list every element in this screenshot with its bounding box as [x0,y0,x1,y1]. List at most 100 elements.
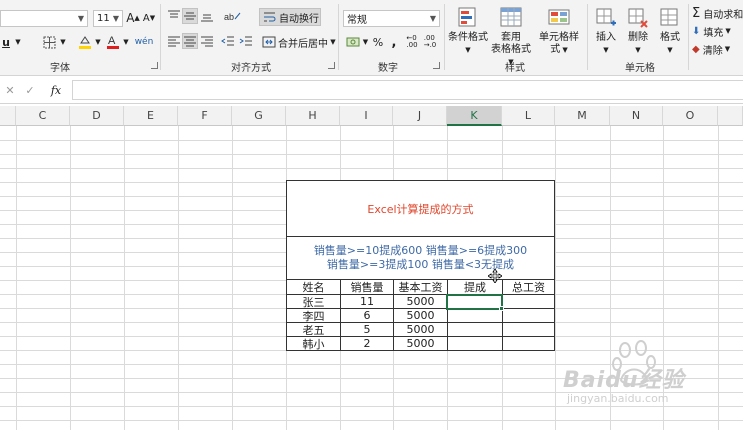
table-cell[interactable]: 11 [341,295,394,309]
table-cell[interactable] [448,337,503,351]
wrap-text-button[interactable]: 自动换行 [259,8,321,26]
table-cell[interactable]: 2 [341,337,394,351]
baidu-watermark: Baidu经验 jingyan.baidu.com [563,340,733,410]
commission-rules-cell[interactable]: 销售量>=10提成600 销售量>=6提成300 销售量>=3提成100 销售量… [286,237,555,280]
fill-button[interactable]: ⬇ 填充 ▼ [692,23,743,39]
column-header-m[interactable]: M [555,106,610,126]
table-cell[interactable] [448,323,503,337]
column-header-partial[interactable] [0,106,16,126]
currency-icon[interactable] [344,33,364,51]
column-header-g[interactable]: G [232,106,286,126]
enter-icon[interactable]: ✓ [24,82,36,98]
cell-styles-icon [547,6,571,30]
column-header-f[interactable]: F [178,106,232,126]
number-format-combo[interactable]: 常规 ▼ [343,10,440,27]
cancel-icon[interactable]: ✕ [4,82,16,98]
group-label-number: 数字 [378,63,398,74]
merge-cells-icon [262,36,276,48]
delete-cells-icon [626,6,650,30]
chevron-down-icon[interactable]: ▼ [13,34,23,50]
formula-input[interactable] [72,80,743,100]
format-cells-button[interactable]: 格式 ▼ [656,6,684,56]
font-size-combo[interactable]: 11 ▼ [93,10,123,27]
cell-styles-button[interactable]: 单元格样式 ▼ [535,6,583,56]
font-name-combo[interactable]: ▼ [0,10,88,27]
column-header-l[interactable]: L [502,106,555,126]
chevron-down-icon[interactable]: ▼ [94,34,102,50]
chevron-down-icon[interactable]: ▼ [122,34,130,50]
decrease-font-icon[interactable]: A ▼ [142,10,156,26]
fill-color-icon[interactable] [76,34,94,50]
table-cell[interactable] [503,309,554,323]
table-cell[interactable]: 韩小 [287,337,341,351]
header-cell-total-salary[interactable]: 总工资 [503,280,554,295]
column-header-n[interactable]: N [610,106,663,126]
clear-button[interactable]: ◆ 清除 ▼ [692,41,743,57]
insert-function-button[interactable]: fx [48,82,64,98]
active-cell-selection[interactable] [446,294,503,310]
column-header-c[interactable]: C [16,106,70,126]
increase-font-icon[interactable]: A ▲ [126,10,140,26]
table-cell[interactable]: 5000 [394,295,448,309]
chevron-down-icon[interactable]: ▼ [329,33,337,51]
chevron-down-icon[interactable]: ▼ [59,34,67,50]
table-cell[interactable] [503,323,554,337]
sheet-title-cell[interactable]: Excel计算提成的方式 [286,180,555,237]
orientation-icon[interactable]: ab [222,8,244,24]
table-cell[interactable]: 5000 [394,309,448,323]
conditional-formatting-icon [456,6,480,30]
font-color-icon[interactable]: A [104,34,122,50]
delete-cells-button[interactable]: 删除 ▼ [624,6,652,56]
phonetic-icon[interactable]: wén [133,34,155,50]
align-top-icon[interactable] [166,8,182,24]
autosum-button[interactable]: Σ 自动求和 [692,5,743,21]
column-header-k[interactable]: K [447,106,502,126]
column-header-e[interactable]: E [124,106,178,126]
table-cell[interactable]: 6 [341,309,394,323]
align-bottom-icon[interactable] [199,8,215,24]
column-header-partial[interactable] [718,106,743,126]
table-cell[interactable] [503,337,554,351]
format-as-table-icon [499,6,523,30]
decrease-indent-icon[interactable] [220,33,236,49]
font-dialog-launcher[interactable] [151,62,158,69]
merge-center-button[interactable]: 合并后居中 [259,33,329,51]
percent-icon[interactable]: % [371,33,385,51]
table-cell[interactable] [448,309,503,323]
table-cell[interactable] [503,295,554,309]
underline-button[interactable]: u [0,34,12,50]
fill-handle[interactable] [499,306,504,311]
column-header-j[interactable]: J [393,106,447,126]
align-right-icon[interactable] [199,33,215,49]
column-header-h[interactable]: H [286,106,340,126]
formula-bar: ✕ ✓ fx [0,76,743,104]
align-middle-icon[interactable] [182,8,198,24]
conditional-formatting-button[interactable]: 条件格式 ▼ [448,6,488,56]
comma-style-icon[interactable]: , [388,33,400,51]
column-header-i[interactable]: I [340,106,393,126]
decrease-decimal-icon[interactable]: .00 →.0 [422,33,438,51]
number-dialog-launcher[interactable] [433,62,440,69]
column-header-d[interactable]: D [70,106,124,126]
table-cell[interactable]: 5000 [394,323,448,337]
watermark-brand: Baidu经验 [563,368,685,393]
insert-cells-button[interactable]: 插入 ▼ [592,6,620,56]
group-label-cells: 单元格 [625,63,655,74]
alignment-dialog-launcher[interactable] [328,62,335,69]
table-cell[interactable]: 5000 [394,337,448,351]
chevron-down-icon[interactable]: ▼ [362,33,369,51]
increase-decimal-icon[interactable]: ←0.00 [404,33,420,51]
align-center-icon[interactable] [182,33,198,49]
wrap-text-icon [264,12,276,22]
column-header-o[interactable]: O [663,106,718,126]
header-cell-sales[interactable]: 销售量 [341,280,394,295]
eraser-icon: ◆ [692,43,700,55]
borders-icon[interactable] [40,34,58,50]
increase-indent-icon[interactable] [238,33,254,49]
format-cells-icon [658,6,682,30]
group-label-font: 字体 [50,63,70,74]
align-left-icon[interactable] [166,33,182,49]
header-cell-base-salary[interactable]: 基本工资 [394,280,448,295]
table-cell[interactable]: 5 [341,323,394,337]
group-label-alignment: 对齐方式 [231,63,271,74]
